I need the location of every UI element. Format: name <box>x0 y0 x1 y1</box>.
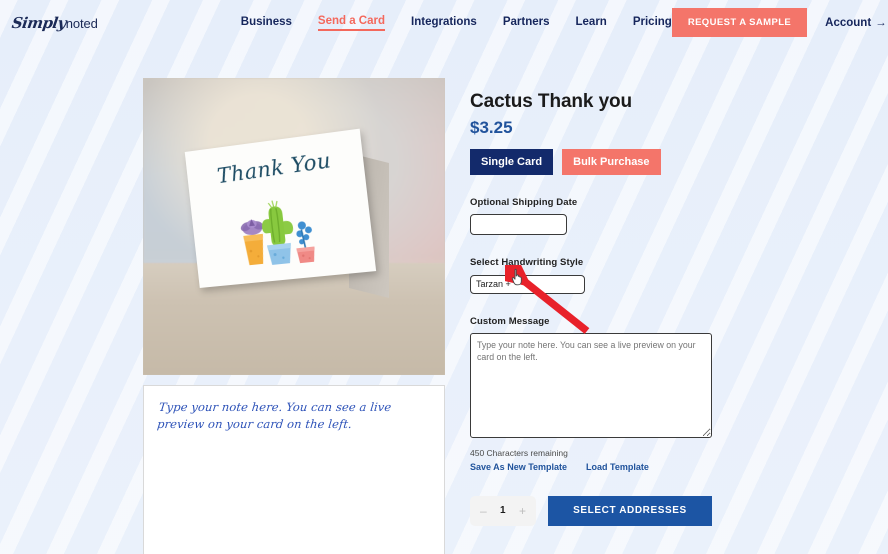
select-addresses-button[interactable]: SELECT ADDRESSES <box>548 495 712 526</box>
bulk-purchase-button[interactable]: Bulk Purchase <box>562 149 661 175</box>
quantity-decrement-button[interactable]: – <box>478 505 489 517</box>
main-navigation: Business Send a Card Integrations Partne… <box>241 15 672 31</box>
handwriting-style-field: Select Handwriting Style <box>470 257 770 294</box>
load-template-link[interactable]: Load Template <box>586 462 649 472</box>
product-page-main: Thank You Type your note here. You can s… <box>0 45 888 554</box>
characters-remaining-text: 450 Characters remaining <box>470 447 568 458</box>
template-links: Save As New Template Load Template <box>470 462 770 472</box>
nav-item-partners[interactable]: Partners <box>503 16 550 30</box>
shipping-date-input[interactable] <box>470 214 567 235</box>
handwriting-style-label: Select Handwriting Style <box>470 257 584 268</box>
quantity-value: 1 <box>500 505 506 516</box>
custom-message-textarea[interactable] <box>470 332 712 438</box>
single-card-button[interactable]: Single Card <box>470 149 554 175</box>
logo-plain-text: noted <box>65 15 98 31</box>
custom-message-field: Custom Message 450 Characters remaining … <box>470 316 770 472</box>
nav-item-send-a-card[interactable]: Send a Card <box>317 15 386 31</box>
site-logo[interactable]: Simply noted <box>10 13 98 32</box>
page-root: Simply noted Business Send a Card Integra… <box>0 0 888 554</box>
card-note-preview-panel: Type your note here. You can see a live … <box>143 385 445 554</box>
logo-script-text: Simply <box>10 13 67 32</box>
product-media-column: Thank You Type your note here. You can s… <box>143 78 445 554</box>
handwriting-style-select[interactable] <box>470 274 585 294</box>
shipping-date-label: Optional Shipping Date <box>470 197 578 208</box>
card-thank-you-text: Thank You <box>215 147 333 189</box>
nav-item-business[interactable]: Business <box>241 16 292 30</box>
request-a-sample-button[interactable]: REQUEST A SAMPLE <box>671 8 808 37</box>
product-title: Cactus Thank you <box>470 91 633 112</box>
account-label: Account <box>825 16 872 29</box>
quantity-stepper: – 1 + <box>470 495 536 526</box>
shipping-date-field: Optional Shipping Date <box>470 197 770 235</box>
account-link[interactable]: Account → <box>825 17 887 29</box>
header-actions: REQUEST A SAMPLE Account → <box>671 8 887 37</box>
site-header: Simply noted Business Send a Card Integra… <box>0 0 888 45</box>
greeting-card-front: Thank You <box>184 128 377 288</box>
save-as-new-template-link[interactable]: Save As New Template <box>470 462 567 472</box>
nav-item-learn[interactable]: Learn <box>576 16 607 30</box>
product-photo[interactable]: Thank You <box>143 78 445 375</box>
arrow-right-icon: → <box>875 16 887 29</box>
product-details-column: Cactus Thank you $3.25 Single Card Bulk … <box>470 78 770 554</box>
custom-message-label: Custom Message <box>470 315 550 327</box>
nav-item-pricing[interactable]: Pricing <box>633 16 672 30</box>
card-note-preview-text: Type your note here. You can see a live … <box>156 400 393 431</box>
product-price: $3.25 <box>470 118 513 137</box>
purchase-actions: – 1 + SELECT ADDRESSES <box>470 495 770 526</box>
nav-item-integrations[interactable]: Integrations <box>411 16 477 30</box>
photo-table-surface <box>143 263 445 375</box>
quantity-increment-button[interactable]: + <box>517 505 528 517</box>
purchase-type-toggle: Single Card Bulk Purchase <box>470 149 770 175</box>
cactus-illustration <box>229 186 333 279</box>
